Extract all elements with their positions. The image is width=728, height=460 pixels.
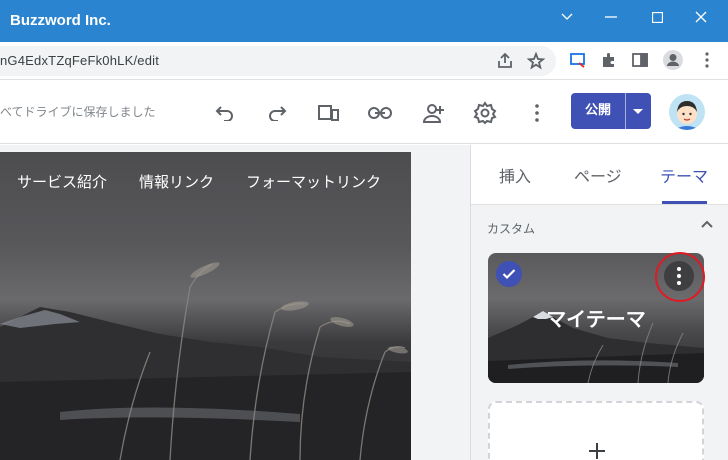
minimize-button[interactable]	[596, 6, 626, 28]
browser-menu-icon[interactable]	[695, 48, 719, 72]
site-canvas: サービス紹介 情報リンク フォーマットリンク	[0, 145, 470, 460]
add-person-icon[interactable]	[420, 100, 446, 126]
check-icon	[496, 261, 522, 287]
redo-icon[interactable]	[264, 100, 290, 126]
chevron-down-icon[interactable]	[552, 6, 582, 28]
hero-image: サービス紹介 情報リンク フォーマットリンク	[0, 152, 411, 460]
publish-divider	[625, 93, 626, 129]
maximize-button[interactable]	[642, 6, 672, 28]
side-panel-icon[interactable]	[628, 48, 652, 72]
theme-side-panel: 挿入 ページ テーマ カスタム マイテーマ	[470, 145, 728, 460]
site-nav-item[interactable]: サービス紹介	[17, 171, 107, 192]
highlight-circle	[655, 252, 705, 302]
close-button[interactable]	[686, 6, 716, 28]
plus-icon	[589, 443, 605, 459]
profile-icon[interactable]	[661, 48, 685, 72]
publish-label: 公開	[584, 103, 611, 118]
add-theme-button[interactable]	[488, 401, 704, 460]
undo-icon[interactable]	[212, 100, 238, 126]
publish-button[interactable]: 公開	[571, 93, 651, 129]
omnibox[interactable]: nG4EdxTZqFeFk0hLK/edit	[0, 46, 556, 76]
site-nav-item[interactable]: フォーマットリンク	[246, 171, 381, 192]
puzzle-icon[interactable]	[597, 48, 621, 72]
save-status: べてドライブに保存しました	[0, 105, 156, 119]
tab-themes[interactable]: テーマ	[660, 163, 708, 187]
theme-name: マイテーマ	[546, 307, 646, 331]
section-label-custom: カスタム	[487, 222, 536, 236]
preview-icon[interactable]	[316, 100, 342, 126]
window-titlebar: Buzzword Inc.	[0, 0, 728, 42]
link-icon[interactable]	[367, 100, 393, 126]
url-text[interactable]: nG4EdxTZqFeFk0hLK/edit	[0, 53, 159, 68]
tab-pages[interactable]: ページ	[574, 163, 622, 187]
share-icon[interactable]	[493, 49, 517, 73]
tab-insert[interactable]: 挿入	[499, 163, 531, 187]
editor-toolbar: べてドライブに保存しました 公開	[0, 80, 728, 144]
star-icon[interactable]	[524, 49, 548, 73]
active-tab-indicator	[662, 201, 707, 204]
avatar[interactable]	[669, 94, 705, 130]
panel-tabs: 挿入 ページ テーマ	[471, 145, 728, 205]
site-nav-item[interactable]: 情報リンク	[139, 171, 214, 192]
address-bar-row: nG4EdxTZqFeFk0hLK/edit	[0, 42, 728, 80]
settings-icon[interactable]	[472, 100, 498, 126]
chevron-up-icon[interactable]	[697, 215, 717, 235]
extension-screen-icon[interactable]	[566, 48, 590, 72]
window-title: Buzzword Inc.	[10, 12, 111, 29]
publish-dropdown-icon[interactable]	[633, 109, 643, 114]
more-vert-icon[interactable]	[524, 100, 550, 126]
